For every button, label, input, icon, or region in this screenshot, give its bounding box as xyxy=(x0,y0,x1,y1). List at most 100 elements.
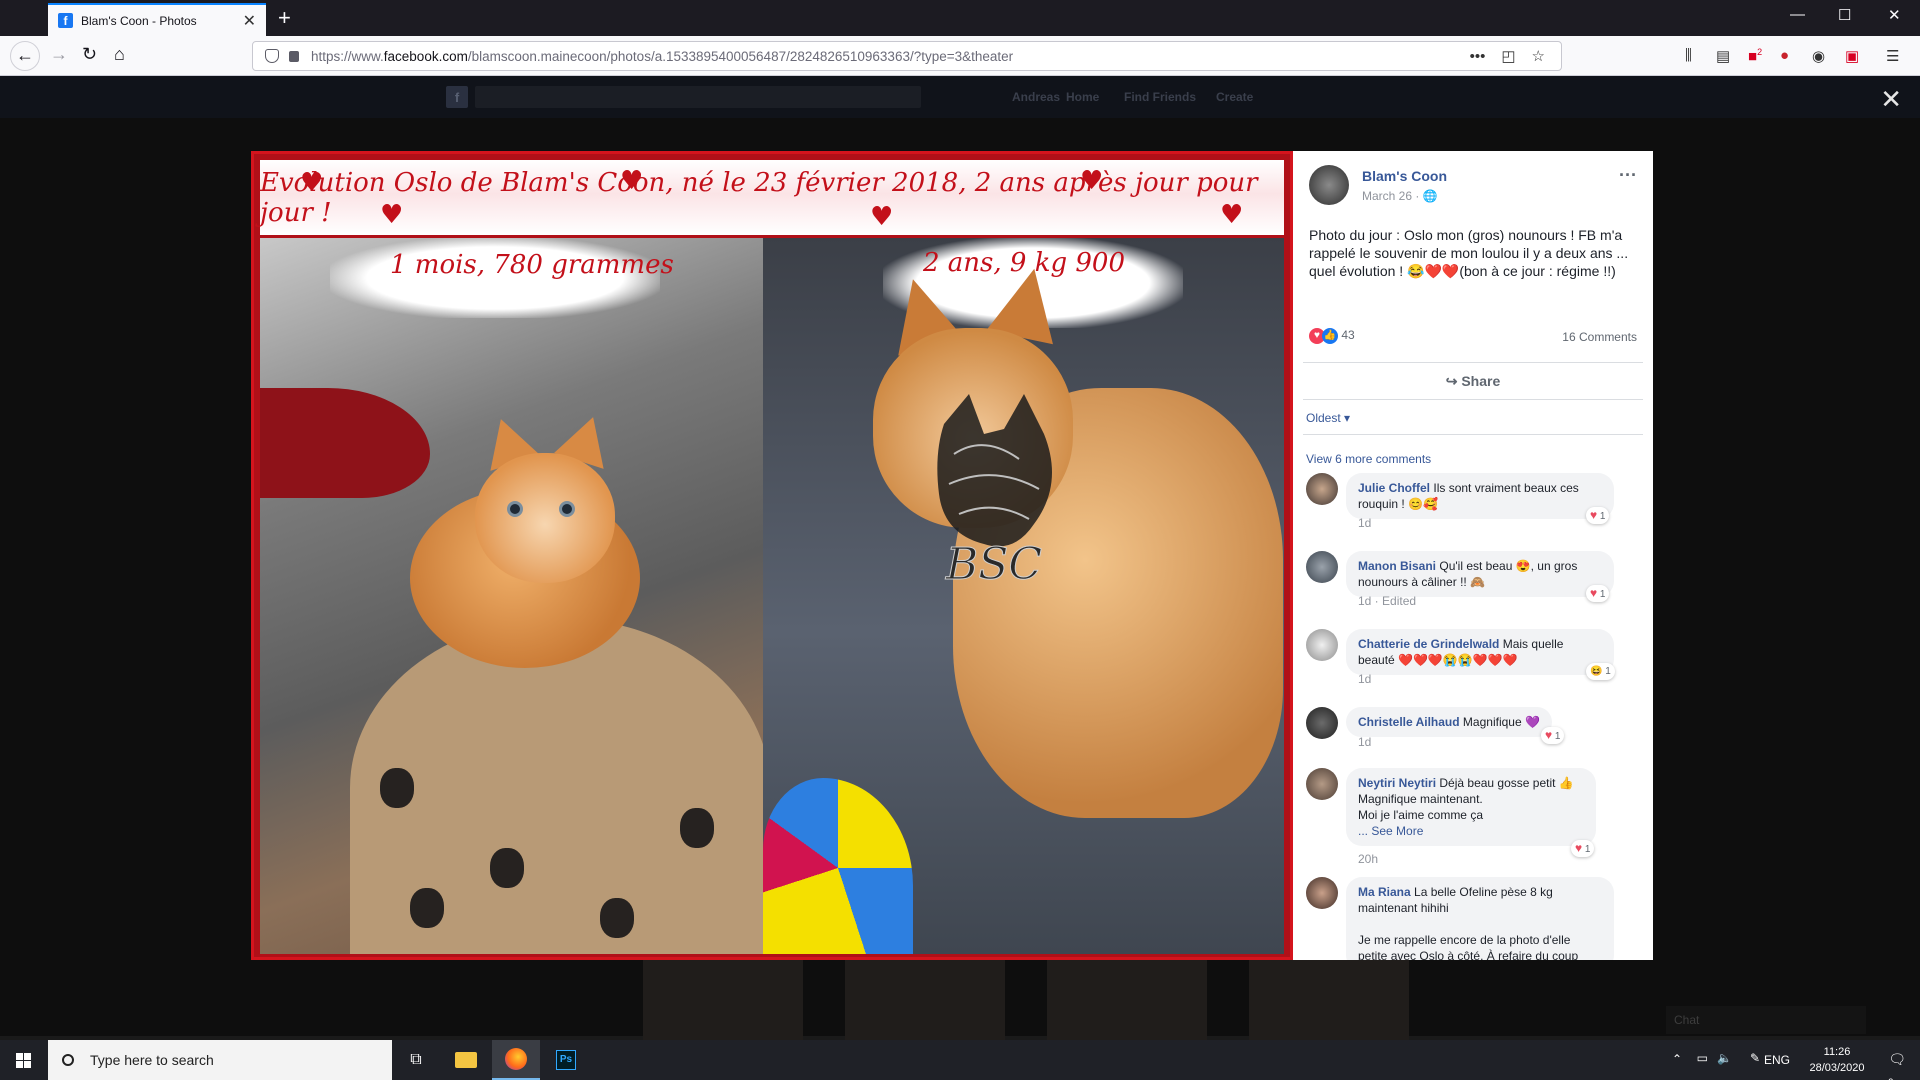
network-icon[interactable]: ▭ xyxy=(1697,1051,1708,1065)
file-explorer-icon[interactable] xyxy=(442,1040,490,1080)
task-view-icon[interactable]: ⧉ xyxy=(392,1040,440,1080)
page-actions-icon[interactable]: ••• xyxy=(1470,48,1486,65)
commenter-avatar[interactable] xyxy=(1306,473,1338,505)
language-indicator[interactable]: ENG xyxy=(1764,1053,1790,1067)
firefox-taskbar-icon[interactable] xyxy=(492,1040,540,1080)
facebook-header: f Andreas Home Find Friends Create ✕ xyxy=(0,76,1920,118)
browser-tab-bar: f Blam's Coon - Photos ✕ + — ☐ ✕ xyxy=(0,0,1920,36)
heart-icon: ♥ xyxy=(1220,200,1244,230)
comment-author[interactable]: Neytiri Neytiri xyxy=(1358,776,1436,790)
commenter-avatar[interactable] xyxy=(1306,768,1338,800)
tray-chevron-icon[interactable]: ⌃ xyxy=(1672,1052,1682,1066)
url-text[interactable]: https://www.facebook.com/blamscoon.maine… xyxy=(311,49,1470,64)
share-button[interactable]: ↪ Share xyxy=(1303,362,1643,400)
heart-icon: ♥ xyxy=(620,166,644,196)
account-icon[interactable]: ◉ xyxy=(1812,47,1825,65)
comment-bubble: Christelle Ailhaud Magnifique 💜 xyxy=(1346,707,1552,737)
commenter-avatar[interactable] xyxy=(1306,551,1338,583)
close-window-button[interactable]: ✕ xyxy=(1888,6,1901,24)
close-theater-icon[interactable]: ✕ xyxy=(1880,84,1902,115)
taskbar-search-box[interactable]: Type here to search xyxy=(48,1040,392,1080)
comment-reaction-badge[interactable]: ♥ 1 xyxy=(1586,585,1610,602)
cat-bed xyxy=(350,618,763,954)
lock-icon[interactable] xyxy=(289,50,299,62)
find-friends-link[interactable]: Find Friends xyxy=(1124,90,1196,104)
tab-title: Blam's Coon - Photos xyxy=(81,13,197,28)
commenter-avatar[interactable] xyxy=(1306,877,1338,909)
start-button[interactable] xyxy=(0,1040,48,1080)
volume-icon[interactable]: 🔈 xyxy=(1717,1051,1732,1065)
commenter-avatar[interactable] xyxy=(1306,707,1338,739)
navigation-toolbar: ← → ↻ ⌂ https://www.facebook.com/blamsco… xyxy=(0,36,1920,76)
comment-item: Neytiri Neytiri Déjà beau gosse petit 👍 … xyxy=(1306,768,1636,866)
facebook-search-input[interactable] xyxy=(475,86,921,108)
chat-bar[interactable]: Chat xyxy=(1666,1006,1866,1034)
library-icon[interactable]: ⫼ xyxy=(1685,47,1692,64)
profile-link[interactable]: Andreas xyxy=(1012,90,1060,104)
back-button[interactable]: ← xyxy=(10,41,40,71)
heart-icon: ♥ xyxy=(380,200,404,230)
comment-bubble: Ma Riana La belle Ofeline pèse 8 kg main… xyxy=(1346,877,1614,960)
comment-time[interactable]: 1d xyxy=(1358,735,1371,749)
bookmark-star-icon[interactable]: ☆ xyxy=(1532,47,1545,65)
see-more-link[interactable]: ... See More xyxy=(1358,824,1423,838)
reactions-row: ♥ 👍 43 16 Comments xyxy=(1309,328,1637,348)
comment-bubble: Manon Bisani Qu'il est beau 😍, un gros n… xyxy=(1346,551,1614,597)
browser-tab[interactable]: f Blam's Coon - Photos ✕ xyxy=(48,3,266,36)
sidebar-icon[interactable]: ▤ xyxy=(1716,47,1730,65)
watermark-text: BSC xyxy=(945,539,1042,590)
home-link[interactable]: Home xyxy=(1066,90,1099,104)
comment-author[interactable]: Ma Riana xyxy=(1358,885,1411,899)
pocket-icon[interactable]: ◰ xyxy=(1501,47,1515,65)
comment-item: Ma Riana La belle Ofeline pèse 8 kg main… xyxy=(1306,877,1636,960)
heart-icon: ♥ xyxy=(300,168,324,198)
kitten-head xyxy=(475,453,615,583)
comment-time[interactable]: 1d · Edited xyxy=(1358,594,1416,608)
notifications-icon[interactable]: 🗨2 xyxy=(1888,1051,1906,1080)
pinterest-icon[interactable]: ● xyxy=(1780,47,1789,64)
like-reaction-icon: 👍 xyxy=(1322,328,1338,344)
close-tab-icon[interactable]: ✕ xyxy=(243,11,256,31)
maximize-button[interactable]: ☐ xyxy=(1838,6,1851,24)
minimize-button[interactable]: — xyxy=(1790,6,1805,23)
reaction-summary[interactable]: ♥ 👍 43 xyxy=(1309,328,1355,344)
comment-reaction-badge[interactable]: ♥ 1 xyxy=(1541,727,1565,744)
menu-icon[interactable]: ☰ xyxy=(1886,47,1899,65)
forward-button[interactable]: → xyxy=(50,44,68,65)
theater-photo[interactable]: ♥ ♥ ♥ ♥ ♥ ♥ Evolution Oslo de Blam's Coo… xyxy=(251,151,1293,960)
comment-author[interactable]: Chatterie de Grindelwald xyxy=(1358,637,1499,651)
comment-time[interactable]: 20h xyxy=(1358,852,1378,866)
facebook-logo-icon[interactable]: f xyxy=(446,86,468,108)
extension-icon[interactable]: ▣ xyxy=(1845,47,1859,65)
commenter-avatar[interactable] xyxy=(1306,629,1338,661)
post-header: Blam's Coon March 26 · 🌐 ··· xyxy=(1309,165,1639,205)
comment-sort-dropdown[interactable]: Oldest ▾ xyxy=(1306,411,1350,425)
photoshop-taskbar-icon[interactable]: Ps xyxy=(542,1040,590,1080)
comment-count-link[interactable]: 16 Comments xyxy=(1562,330,1637,344)
pen-icon[interactable]: ✎ xyxy=(1750,1051,1760,1065)
address-bar[interactable]: https://www.facebook.com/blamscoon.maine… xyxy=(252,41,1562,71)
page-avatar[interactable] xyxy=(1309,165,1349,205)
home-button[interactable]: ⌂ xyxy=(114,44,125,65)
comment-author[interactable]: Julie Choffel xyxy=(1358,481,1430,495)
heart-icon: ♥ xyxy=(870,202,894,232)
post-date[interactable]: March 26 · 🌐 xyxy=(1362,189,1438,203)
create-link[interactable]: Create xyxy=(1216,90,1253,104)
view-more-comments-link[interactable]: View 6 more comments xyxy=(1306,452,1431,466)
comment-reaction-badge[interactable]: 😆 1 xyxy=(1586,663,1615,680)
tracking-protection-icon[interactable] xyxy=(265,49,279,63)
page-name-link[interactable]: Blam's Coon xyxy=(1362,168,1447,184)
reload-button[interactable]: ↻ xyxy=(82,44,97,65)
comment-reaction-badge[interactable]: ♥ 1 xyxy=(1571,840,1595,857)
more-options-icon[interactable]: ··· xyxy=(1619,165,1637,186)
extension-badge-icon[interactable]: ■2 xyxy=(1748,47,1762,65)
comment-time[interactable]: 1d xyxy=(1358,516,1371,530)
comment-time[interactable]: 1d xyxy=(1358,672,1371,686)
caption-left: 1 mois, 780 grammes xyxy=(390,250,674,280)
new-tab-button[interactable]: + xyxy=(278,5,291,31)
clock[interactable]: 11:26 28/03/2020 xyxy=(1802,1044,1872,1076)
comment-item: Manon Bisani Qu'il est beau 😍, un gros n… xyxy=(1306,551,1636,611)
comment-author[interactable]: Manon Bisani xyxy=(1358,559,1436,573)
comment-author[interactable]: Christelle Ailhaud xyxy=(1358,715,1460,729)
comment-reaction-badge[interactable]: ♥ 1 xyxy=(1586,507,1610,524)
